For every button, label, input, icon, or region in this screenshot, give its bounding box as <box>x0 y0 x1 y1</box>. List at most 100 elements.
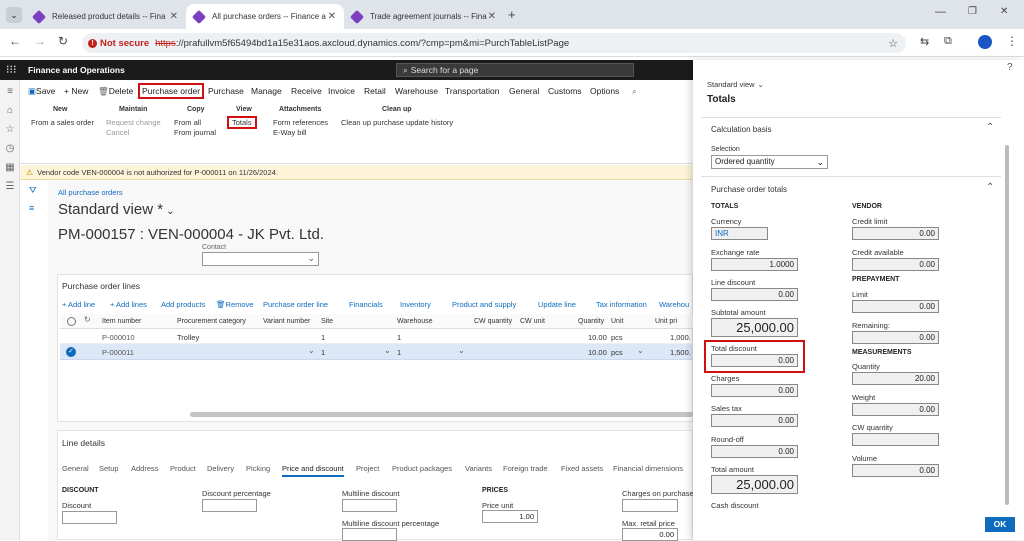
tab-manage[interactable]: Manage <box>251 86 282 96</box>
col-cw-unit[interactable]: CW unit <box>520 318 545 325</box>
financials-menu[interactable]: Financials <box>349 300 383 309</box>
tab-general[interactable]: General <box>62 464 89 473</box>
col-warehouse[interactable]: Warehouse <box>397 318 433 325</box>
variant-dropdown-icon[interactable]: ⌄ <box>308 346 315 355</box>
po-line-menu[interactable]: Purchase order line <box>263 300 328 309</box>
update-line-menu[interactable]: Update line <box>538 300 576 309</box>
menu-icon[interactable]: ⋮ <box>1006 34 1018 48</box>
select-all-checkbox[interactable] <box>67 317 76 326</box>
hamburger-icon[interactable]: ≡ <box>4 86 16 98</box>
bookmark-star-icon[interactable]: ☆ <box>888 37 898 50</box>
tab-address[interactable]: Address <box>131 464 159 473</box>
from-sales-order-button[interactable]: From a sales order <box>31 118 94 127</box>
po-totals-header[interactable]: Purchase order totals <box>711 185 787 194</box>
charges-field[interactable]: 0.00 <box>711 384 798 397</box>
view-selector[interactable]: Standard view * ⌄ <box>58 201 174 218</box>
ok-button[interactable]: OK <box>985 517 1015 532</box>
row-selected-checkbox[interactable]: ✓ <box>66 347 76 357</box>
currency-field[interactable]: INR <box>711 227 768 240</box>
sidebar-icon[interactable]: ⇆ <box>920 35 929 48</box>
tab-delivery[interactable]: Delivery <box>207 464 234 473</box>
contact-dropdown[interactable]: ⌄ <box>202 252 319 266</box>
credit-limit-field[interactable]: 0.00 <box>852 227 939 240</box>
product-supply-menu[interactable]: Product and supply <box>452 300 516 309</box>
sales-tax-field[interactable]: 0.00 <box>711 414 798 427</box>
tab-variants[interactable]: Variants <box>465 464 492 473</box>
selection-dropdown[interactable]: Ordered quantity ⌄ <box>711 155 828 169</box>
subtotal-field[interactable]: 25,000.00 <box>711 318 798 337</box>
browser-tab-trade-agreement[interactable]: Trade agreement journals -- Fina ✕ <box>344 4 504 29</box>
volume-field[interactable]: 0.00 <box>852 464 939 477</box>
tab-financial-dimensions[interactable]: Financial dimensions <box>613 464 683 473</box>
remove-button[interactable]: 🗑Remove <box>216 300 253 309</box>
discount-field[interactable] <box>62 511 117 524</box>
tab-warehouse[interactable]: Warehouse <box>395 86 438 96</box>
remaining-field[interactable]: 0.00 <box>852 331 939 344</box>
row-unit[interactable]: pcs <box>611 333 623 342</box>
exchange-rate-field[interactable]: 1.0000 <box>711 258 798 271</box>
tab-product[interactable]: Product <box>170 464 196 473</box>
new-tab-button[interactable]: + <box>508 7 516 22</box>
add-lines-button[interactable]: + Add lines <box>110 300 147 309</box>
multiline-discount-field[interactable] <box>342 499 397 512</box>
col-unit[interactable]: Unit <box>611 318 623 325</box>
col-item-number[interactable]: Item number <box>102 318 141 325</box>
add-line-button[interactable]: + Add line <box>62 300 95 309</box>
back-icon[interactable]: ← <box>9 34 21 48</box>
tab-receive[interactable]: Receive <box>291 86 322 96</box>
col-site[interactable]: Site <box>321 318 333 325</box>
form-references-button[interactable]: Form references <box>273 118 328 127</box>
recent-icon[interactable]: ◷ <box>4 143 16 155</box>
tab-product-packages[interactable]: Product packages <box>392 464 452 473</box>
action-search-icon[interactable]: ⌕ <box>632 86 637 97</box>
window-close-icon[interactable]: ✕ <box>1000 6 1008 17</box>
row-quantity[interactable]: 10.00 <box>588 348 607 357</box>
new-button[interactable]: + New <box>64 86 88 96</box>
col-variant-number[interactable]: Variant number <box>263 318 310 325</box>
help-icon[interactable]: ? <box>1007 62 1013 73</box>
row-unit-price[interactable]: 1,500. <box>670 348 691 357</box>
page-search-input[interactable]: ⌕ Search for a page <box>396 63 634 77</box>
cw-quantity-field[interactable] <box>852 433 939 446</box>
refresh-icon[interactable]: ↻ <box>84 315 91 324</box>
tab-customs[interactable]: Customs <box>548 86 582 96</box>
tab-invoice[interactable]: Invoice <box>328 86 355 96</box>
tab-setup[interactable]: Setup <box>99 464 119 473</box>
tab-purchase-order[interactable]: Purchase order <box>138 83 205 99</box>
restore-icon[interactable]: ❐ <box>968 6 977 17</box>
row-site[interactable]: 1 <box>321 333 325 342</box>
discount-percentage-field[interactable] <box>202 499 257 512</box>
not-secure-badge[interactable]: ! Not secure <box>88 38 149 49</box>
row-unit[interactable]: pcs <box>611 348 623 357</box>
add-products-button[interactable]: Add products <box>161 300 205 309</box>
list-icon[interactable]: ≡ <box>29 203 34 213</box>
site-dropdown-icon[interactable]: ⌄ <box>384 346 391 355</box>
tab-foreign-trade[interactable]: Foreign trade <box>503 464 548 473</box>
max-retail-price-field[interactable]: 0.00 <box>622 528 678 541</box>
tab-general[interactable]: General <box>509 86 539 96</box>
close-icon[interactable]: ✕ <box>328 11 336 22</box>
profile-icon[interactable] <box>978 35 992 49</box>
total-amount-field[interactable]: 25,000.00 <box>711 475 798 494</box>
col-procurement-category[interactable]: Procurement category <box>177 318 246 325</box>
tab-list-button[interactable]: ⌄ <box>6 7 22 23</box>
eway-bill-button[interactable]: E-Way bill <box>273 128 306 137</box>
inventory-menu[interactable]: Inventory <box>400 300 431 309</box>
multiline-discount-pct-field[interactable] <box>342 528 397 541</box>
extensions-icon[interactable]: ⧉ <box>944 35 952 48</box>
credit-available-field[interactable]: 0.00 <box>852 258 939 271</box>
browser-tab-all-purchase-orders[interactable]: All purchase orders -- Finance a ✕ <box>186 4 344 29</box>
chevron-up-icon[interactable]: ⌃ <box>986 122 994 133</box>
total-discount-field[interactable]: 0.00 <box>711 354 798 367</box>
tab-picking[interactable]: Picking <box>246 464 270 473</box>
save-button[interactable]: ▣Save <box>28 86 55 97</box>
limit-field[interactable]: 0.00 <box>852 300 939 313</box>
tab-fixed-assets[interactable]: Fixed assets <box>561 464 603 473</box>
panel-scrollbar[interactable] <box>1005 145 1009 505</box>
warehouse-menu[interactable]: Warehou <box>659 300 689 309</box>
request-change-button[interactable]: Request change <box>106 118 161 127</box>
row-site[interactable]: 1 <box>321 348 325 357</box>
tab-options[interactable]: Options <box>590 86 619 96</box>
quantity-field[interactable]: 20.00 <box>852 372 939 385</box>
chevron-up-icon[interactable]: ⌃ <box>986 182 994 193</box>
